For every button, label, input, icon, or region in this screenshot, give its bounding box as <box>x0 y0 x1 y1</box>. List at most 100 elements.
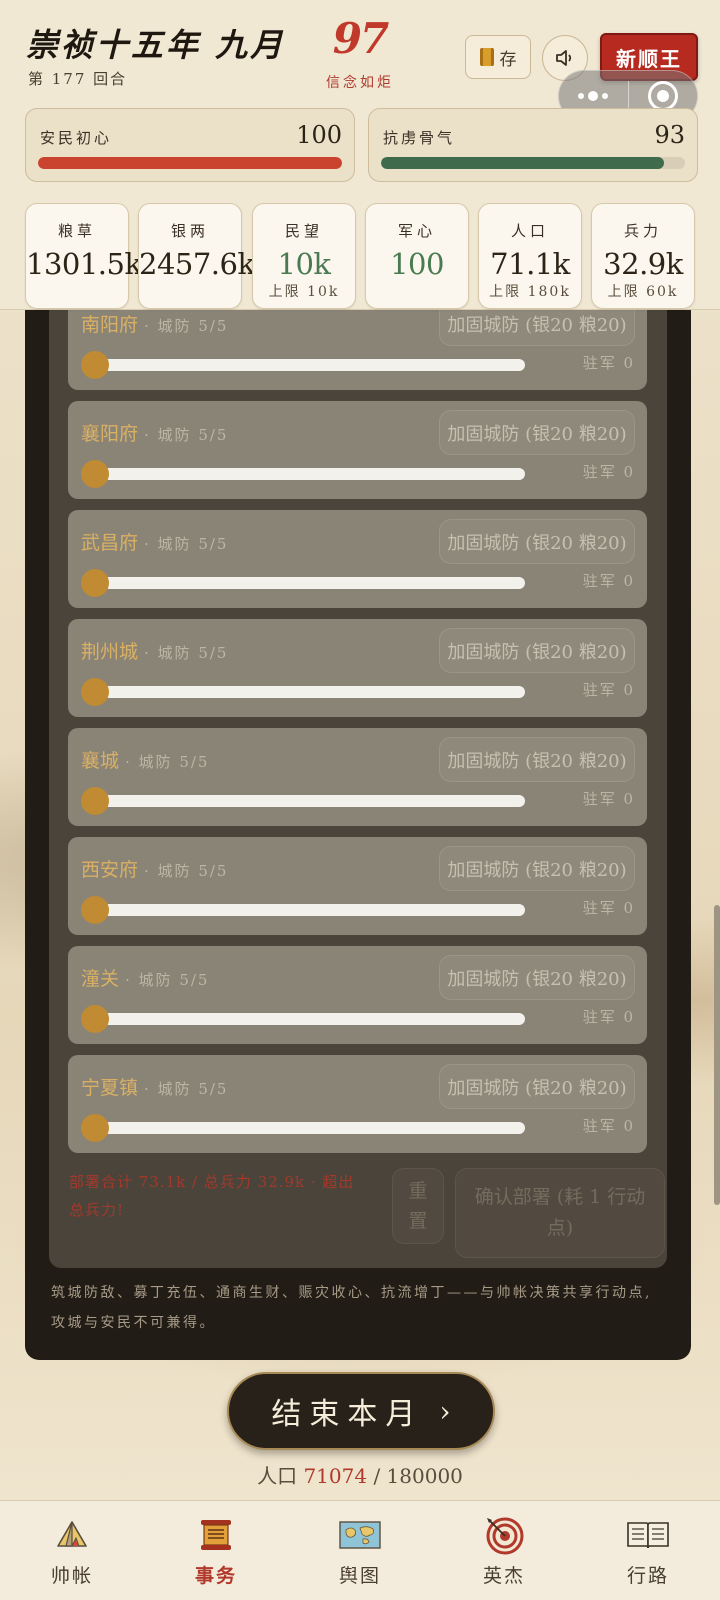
city-name: 荆州城 <box>81 641 139 663</box>
progress-fill <box>38 157 342 169</box>
slider-knob[interactable] <box>81 569 109 597</box>
slider-rail <box>93 795 525 807</box>
garrison-slider[interactable] <box>81 786 527 816</box>
city-name-line: 襄阳府 · 城防 5/5 <box>81 419 228 446</box>
garrison-slider[interactable] <box>81 459 527 489</box>
city-name: 襄阳府 <box>81 423 139 445</box>
city-name-line: 荆州城 · 城防 5/5 <box>81 637 228 664</box>
slider-knob[interactable] <box>81 1114 109 1142</box>
garrison-count: 驻军 0 <box>582 899 635 917</box>
nav-affairs[interactable]: 事务 <box>144 1501 288 1600</box>
population-current: 71074 <box>303 1464 368 1488</box>
bottom-nav: 帅帐 事务 舆图 英杰 行路 <box>0 1500 720 1600</box>
city-name-line: 潼关 · 城防 5/5 <box>81 964 209 991</box>
fortify-button[interactable]: 加固城防 (银20 粮20) <box>439 519 635 564</box>
slider-rail <box>93 577 525 589</box>
stat-label: 军心 <box>397 222 436 240</box>
more-icon[interactable] <box>559 91 628 101</box>
stat-cap: 上限 60k <box>607 284 679 300</box>
stat-value: 1301.5k <box>26 247 142 281</box>
stat-label: 银两 <box>170 222 209 240</box>
slider-knob[interactable] <box>81 351 109 379</box>
close-miniprogram-icon[interactable] <box>629 81 698 111</box>
bar-value: 100 <box>296 121 342 149</box>
confirm-deploy-button[interactable]: 确认部署 (耗 1 行动点) <box>455 1168 665 1258</box>
slider-knob[interactable] <box>81 1005 109 1033</box>
city-defense: · 城防 5/5 <box>144 862 229 880</box>
city-row: 潼关 · 城防 5/5 加固城防 (银20 粮20) 驻军 0 <box>68 946 647 1044</box>
slider-knob[interactable] <box>81 787 109 815</box>
stat-card: 人口 71.1k 上限 180k <box>478 203 582 309</box>
slider-rail <box>93 359 525 371</box>
garrison-slider[interactable] <box>81 1004 527 1034</box>
nav-map[interactable]: 舆图 <box>288 1501 432 1600</box>
fortify-button[interactable]: 加固城防 (银20 粮20) <box>439 628 635 673</box>
affairs-panel: 南阳府 · 城防 5/5 加固城防 (银20 粮20) 驻军 0 襄阳府 · 城防 5/5… <box>25 292 691 1360</box>
stat-label: 人口 <box>510 222 549 240</box>
stat-value: 71.1k <box>490 247 570 281</box>
slider-rail <box>93 1013 525 1025</box>
slider-rail <box>93 1122 525 1134</box>
nav-heroes[interactable]: 英杰 <box>432 1501 576 1600</box>
save-button[interactable]: 存 <box>465 35 531 79</box>
fortify-button[interactable]: 加固城防 (银20 粮20) <box>439 955 635 1000</box>
stat-card: 粮草 1301.5k <box>25 203 142 309</box>
stat-card: 银两 2457.6k <box>138 203 255 309</box>
city-name: 西安府 <box>81 859 139 881</box>
score-label: 信念如炬 <box>326 75 394 91</box>
fortify-button[interactable]: 加固城防 (银20 粮20) <box>439 1064 635 1109</box>
city-defense: · 城防 5/5 <box>144 644 229 662</box>
slider-knob[interactable] <box>81 896 109 924</box>
garrison-slider[interactable] <box>81 895 527 925</box>
fortify-button[interactable]: 加固城防 (银20 粮20) <box>439 410 635 455</box>
city-name-line: 武昌府 · 城防 5/5 <box>81 528 228 555</box>
city-defense: · 城防 5/5 <box>125 753 210 771</box>
nav-label: 帅帐 <box>50 1565 93 1587</box>
stat-cap: 上限 180k <box>489 284 571 300</box>
city-row: 宁夏镇 · 城防 5/5 加固城防 (银20 粮20) 驻军 0 <box>68 1055 647 1153</box>
nav-journey[interactable]: 行路 <box>576 1501 720 1600</box>
garrison-slider[interactable] <box>81 677 527 707</box>
garrison-count: 驻军 0 <box>582 463 635 481</box>
anmin-bar-card: 安民初心 100 <box>25 108 355 182</box>
save-label: 存 <box>499 49 517 70</box>
bar-label: 安民初心 <box>40 129 113 147</box>
garrison-slider[interactable] <box>81 568 527 598</box>
garrison-count: 驻军 0 <box>582 1117 635 1135</box>
garrison-count: 驻军 0 <box>582 681 635 699</box>
slider-knob[interactable] <box>81 460 109 488</box>
garrison-slider[interactable] <box>81 350 527 380</box>
scroll-icon <box>479 48 494 66</box>
end-month-button[interactable]: 结束本月 › <box>227 1372 495 1450</box>
city-row: 荆州城 · 城防 5/5 加固城防 (银20 粮20) 驻军 0 <box>68 619 647 717</box>
slider-rail <box>93 468 525 480</box>
stat-value: 2457.6k <box>139 247 255 281</box>
city-name: 武昌府 <box>81 532 139 554</box>
stat-value: 100 <box>390 247 444 281</box>
kanglu-bar-card: 抗虏骨气 93 <box>368 108 698 182</box>
city-name-line: 西安府 · 城防 5/5 <box>81 855 228 882</box>
progress-track <box>381 157 685 169</box>
score-value: 97 <box>332 14 389 63</box>
nav-label: 英杰 <box>482 1565 525 1587</box>
round-counter: 第 177 回合 <box>28 70 128 88</box>
reset-button[interactable]: 重置 <box>392 1168 444 1244</box>
chevron-right-icon: › <box>439 1394 451 1428</box>
nav-tent[interactable]: 帅帐 <box>0 1501 144 1600</box>
bar-value: 93 <box>654 121 685 149</box>
deploy-footer: 部署合计 73.1k / 总兵力 32.9k · 超出总兵力! 重置 确认部署 … <box>69 1168 665 1258</box>
city-row: 武昌府 · 城防 5/5 加固城防 (银20 粮20) 驻军 0 <box>68 510 647 608</box>
stat-card: 兵力 32.9k 上限 60k <box>591 203 695 309</box>
date-title: 崇祯十五年 九月 <box>26 26 286 64</box>
fortify-button[interactable]: 加固城防 (银20 粮20) <box>439 846 635 891</box>
slider-knob[interactable] <box>81 678 109 706</box>
city-name: 襄城 <box>81 750 120 772</box>
city-name-line: 南阳府 · 城防 5/5 <box>81 310 228 337</box>
slider-rail <box>93 904 525 916</box>
map-icon <box>339 1521 381 1549</box>
garrison-slider[interactable] <box>81 1113 527 1143</box>
fortify-button[interactable]: 加固城防 (银20 粮20) <box>439 737 635 782</box>
scrollbar[interactable] <box>714 905 720 1205</box>
city-row: 襄城 · 城防 5/5 加固城防 (银20 粮20) 驻军 0 <box>68 728 647 826</box>
nav-label: 舆图 <box>338 1565 381 1587</box>
